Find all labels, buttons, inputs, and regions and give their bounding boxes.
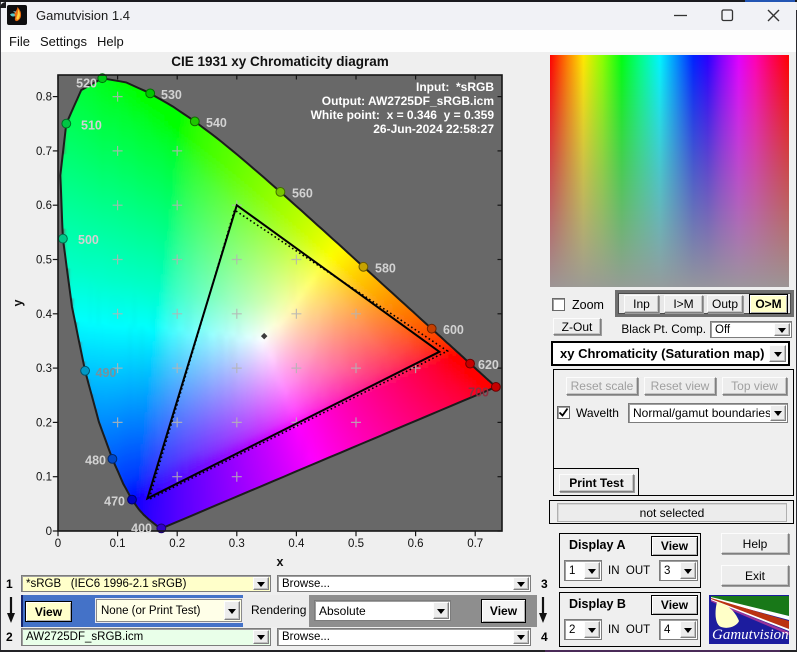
- svg-text:580: 580: [375, 262, 396, 276]
- svg-text:0.1: 0.1: [110, 538, 126, 550]
- svg-text:0.6: 0.6: [408, 538, 424, 550]
- svg-text:500: 500: [78, 233, 99, 247]
- svg-text:540: 540: [206, 116, 227, 130]
- svg-text:700: 700: [468, 386, 489, 400]
- svg-text:0.7: 0.7: [467, 538, 483, 550]
- svg-text:0: 0: [55, 538, 61, 550]
- svg-text:0.5: 0.5: [348, 538, 364, 550]
- svg-text:0.5: 0.5: [36, 255, 52, 267]
- svg-text:x: x: [277, 555, 284, 569]
- svg-text:y: y: [11, 299, 25, 306]
- svg-text:0: 0: [46, 526, 52, 538]
- svg-text:400: 400: [131, 522, 152, 536]
- svg-text:560: 560: [292, 187, 313, 201]
- svg-text:530: 530: [161, 88, 182, 102]
- svg-text:White point: x = 0.346 y = 0: White point: x = 0.346 y = 0.359: [311, 108, 495, 122]
- svg-text:620: 620: [478, 358, 499, 372]
- svg-text:0.2: 0.2: [169, 538, 185, 550]
- svg-text:490: 490: [96, 366, 117, 380]
- svg-text:0.3: 0.3: [229, 538, 245, 550]
- svg-text:0.1: 0.1: [36, 472, 52, 484]
- svg-text:470: 470: [104, 495, 125, 509]
- svg-text:Input: *sRGB: Input: *sRGB: [416, 80, 494, 94]
- svg-text:0.2: 0.2: [36, 417, 52, 429]
- svg-text:510: 510: [81, 119, 102, 133]
- svg-text:Output: AW2725DF_sRGB.icm: Output: AW2725DF_sRGB.icm: [322, 94, 494, 108]
- svg-text:0.6: 0.6: [36, 200, 52, 212]
- svg-text:26-Jun-2024 22:58:27: 26-Jun-2024 22:58:27: [373, 122, 494, 136]
- svg-text:Gamutvision: Gamutvision: [712, 627, 789, 643]
- svg-text:0.4: 0.4: [36, 309, 53, 321]
- svg-text:0.4: 0.4: [288, 538, 305, 550]
- svg-text:600: 600: [443, 323, 464, 337]
- svg-text:CIE 1931 xy Chromaticity diagr: CIE 1931 xy Chromaticity diagram: [171, 54, 389, 69]
- svg-text:480: 480: [85, 454, 106, 468]
- svg-text:0.3: 0.3: [36, 363, 52, 375]
- svg-text:0.7: 0.7: [36, 146, 52, 158]
- svg-text:520: 520: [76, 77, 97, 91]
- svg-text:0.8: 0.8: [36, 92, 52, 104]
